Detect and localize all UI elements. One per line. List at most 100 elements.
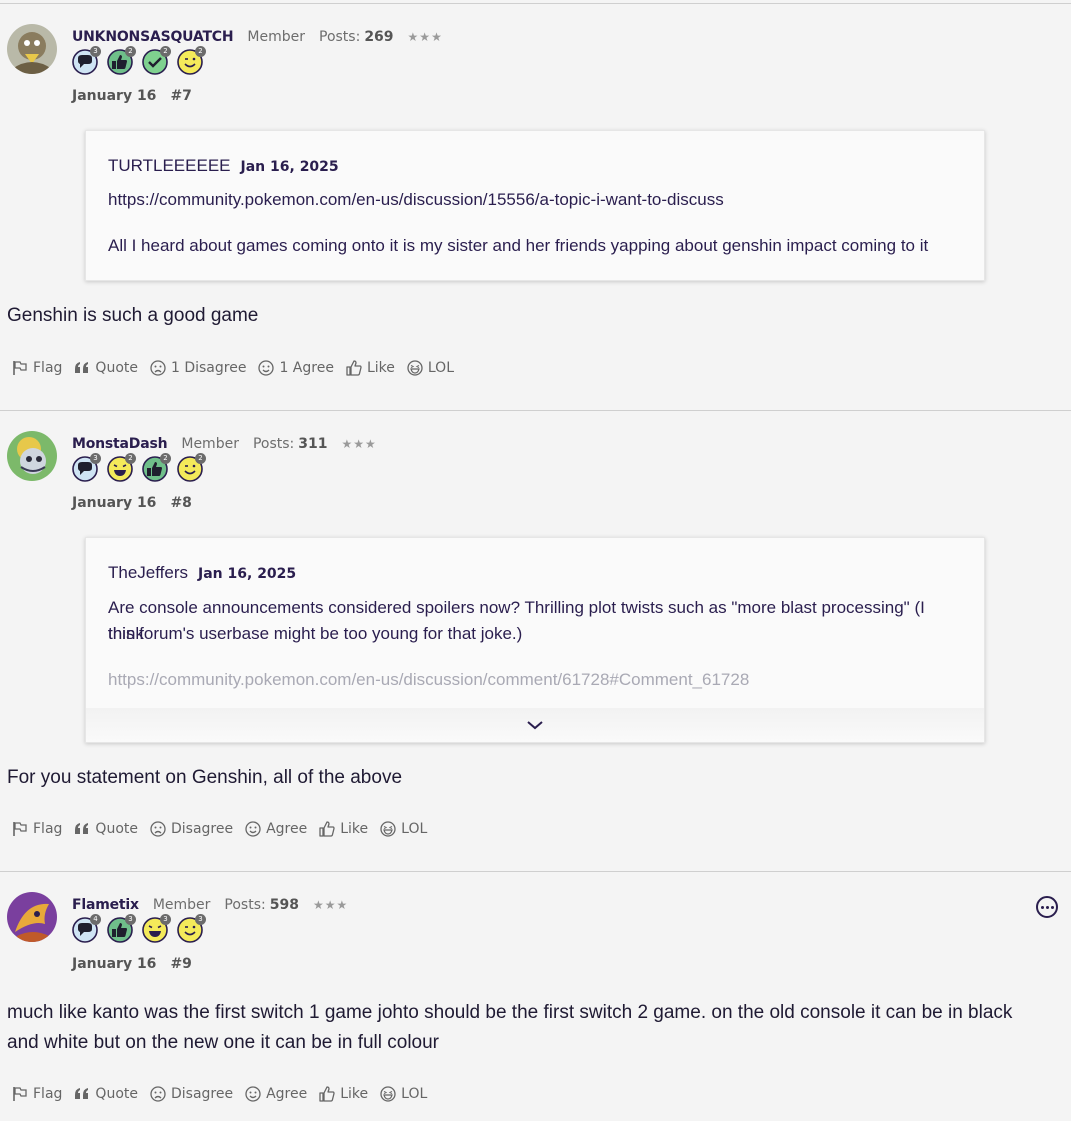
post-actions: Flag Quote Disagree Agree Like LOL: [12, 821, 439, 837]
agree-button[interactable]: Agree: [245, 821, 307, 837]
comment-badge-icon[interactable]: 3: [72, 46, 101, 75]
smile-face-icon: [258, 360, 274, 376]
laugh-badge-icon[interactable]: 3: [142, 914, 171, 943]
laughing-face-icon: [380, 1086, 396, 1102]
quote-button[interactable]: Quote: [74, 1086, 138, 1102]
post-number[interactable]: #7: [170, 88, 191, 104]
post-date[interactable]: January 16: [72, 956, 156, 972]
smile-face-icon: [245, 1086, 261, 1102]
rank-stars: ★★★: [407, 30, 443, 44]
disagree-button[interactable]: 1 Disagree: [150, 360, 246, 376]
badge-count: 2: [195, 46, 206, 57]
like-label: Like: [340, 1086, 369, 1102]
badge-count: 2: [160, 453, 171, 464]
author-role: Member: [181, 436, 239, 452]
flag-label: Flag: [33, 1086, 63, 1102]
quote-icon: [74, 360, 90, 376]
quote-link[interactable]: https://community.pokemon.com/en-us/disc…: [108, 667, 962, 693]
flag-button[interactable]: Flag: [12, 360, 62, 376]
wink-badge-icon[interactable]: 3: [177, 914, 206, 943]
laugh-badge-icon[interactable]: 2: [107, 453, 136, 482]
quote-author[interactable]: TheJeffers: [108, 563, 188, 583]
thumbs-up-icon: [319, 1086, 335, 1102]
lol-button[interactable]: LOL: [380, 1086, 427, 1102]
badge-count: 4: [90, 914, 101, 925]
avatar[interactable]: [7, 892, 57, 942]
like-button[interactable]: Like: [346, 360, 395, 376]
post-divider: [0, 3, 1071, 4]
post-number[interactable]: #8: [170, 495, 191, 511]
post-8: MonstaDash Member Posts: 311 ★★★ 3 2 2 2…: [0, 431, 1071, 851]
posts-label: Posts:: [252, 436, 295, 452]
quote-button[interactable]: Quote: [74, 360, 138, 376]
rank-stars: ★★★: [341, 437, 377, 451]
quote-button[interactable]: Quote: [74, 821, 138, 837]
lol-label: LOL: [427, 360, 454, 376]
agree-button[interactable]: 1 Agree: [258, 360, 334, 376]
post-body: much like kanto was the first switch 1 g…: [7, 998, 1051, 1058]
flag-button[interactable]: Flag: [12, 1086, 62, 1102]
disagree-button[interactable]: Disagree: [150, 1086, 233, 1102]
like-label: Like: [340, 821, 369, 837]
disagree-label: Disagree: [170, 1086, 234, 1102]
expand-quote-button[interactable]: [86, 708, 984, 742]
flag-label: Flag: [33, 360, 63, 376]
dot: [1045, 905, 1049, 909]
avatar[interactable]: [7, 24, 57, 74]
post-number[interactable]: #9: [170, 956, 191, 972]
quote-date[interactable]: Jan 16, 2025: [198, 566, 296, 582]
flag-icon: [12, 360, 28, 376]
author-name[interactable]: UNKNONSASQUATCH: [72, 29, 234, 45]
author-name[interactable]: Flametix: [72, 897, 139, 913]
sad-face-icon: [150, 1086, 166, 1102]
lol-button[interactable]: LOL: [380, 821, 427, 837]
quote-block: TheJeffers Jan 16, 2025 Are console anno…: [85, 537, 985, 743]
rank-stars: ★★★: [312, 898, 349, 912]
post-date[interactable]: January 16: [72, 88, 156, 104]
sad-face-icon: [150, 360, 166, 376]
lol-button[interactable]: LOL: [407, 360, 454, 376]
flag-button[interactable]: Flag: [12, 821, 62, 837]
disagree-button[interactable]: Disagree: [150, 821, 233, 837]
like-label: Like: [366, 360, 395, 376]
dot: [1040, 905, 1044, 909]
quote-author[interactable]: TURTLEEEEEE: [108, 156, 231, 176]
badge-list: 3 2 2 2: [72, 453, 212, 482]
thumbs-up-icon: [346, 360, 362, 376]
avatar[interactable]: [7, 431, 57, 481]
posts-count: 598: [269, 897, 299, 913]
agree-button[interactable]: Agree: [245, 1086, 307, 1102]
laughing-face-icon: [380, 821, 396, 837]
smile-face-icon: [245, 821, 261, 837]
like-button[interactable]: Like: [319, 821, 368, 837]
author-name[interactable]: MonstaDash: [72, 436, 168, 452]
quote-icon: [74, 1086, 90, 1102]
badge-list: 4 3 3 3: [72, 914, 212, 943]
badge-count: 3: [195, 914, 206, 925]
like-button[interactable]: Like: [319, 1086, 368, 1102]
badge-count: 2: [125, 46, 136, 57]
thumbs-up-badge-icon[interactable]: 2: [142, 453, 171, 482]
post-body: Genshin is such a good game: [7, 305, 259, 326]
post-actions: Flag Quote 1 Disagree 1 Agree Like LOL: [12, 360, 466, 376]
sad-face-icon: [150, 821, 166, 837]
chevron-down-icon: [527, 721, 543, 730]
post-divider: [0, 871, 1071, 872]
thread-page: UNKNONSASQUATCH Member Posts: 269 ★★★ 3 …: [0, 0, 1071, 1121]
comment-badge-icon[interactable]: 3: [72, 453, 101, 482]
wink-badge-icon[interactable]: 2: [177, 453, 206, 482]
post-options-button[interactable]: [1036, 896, 1058, 918]
post-date[interactable]: January 16: [72, 495, 156, 511]
thumbs-up-badge-icon[interactable]: 2: [107, 46, 136, 75]
dot: [1050, 905, 1054, 909]
quote-label: Quote: [95, 821, 138, 837]
disagree-label: Disagree: [170, 821, 234, 837]
badge-list: 3 2 2 2: [72, 46, 212, 75]
quote-date[interactable]: Jan 16, 2025: [241, 159, 339, 175]
checkmark-badge-icon[interactable]: 2: [142, 46, 171, 75]
thumbs-up-badge-icon[interactable]: 3: [107, 914, 136, 943]
post-9: Flametix Member Posts: 598 ★★★ 4 3 3 3 J…: [0, 892, 1071, 1121]
quote-link[interactable]: https://community.pokemon.com/en-us/disc…: [108, 187, 962, 213]
comment-badge-icon[interactable]: 4: [72, 914, 101, 943]
wink-badge-icon[interactable]: 2: [177, 46, 206, 75]
